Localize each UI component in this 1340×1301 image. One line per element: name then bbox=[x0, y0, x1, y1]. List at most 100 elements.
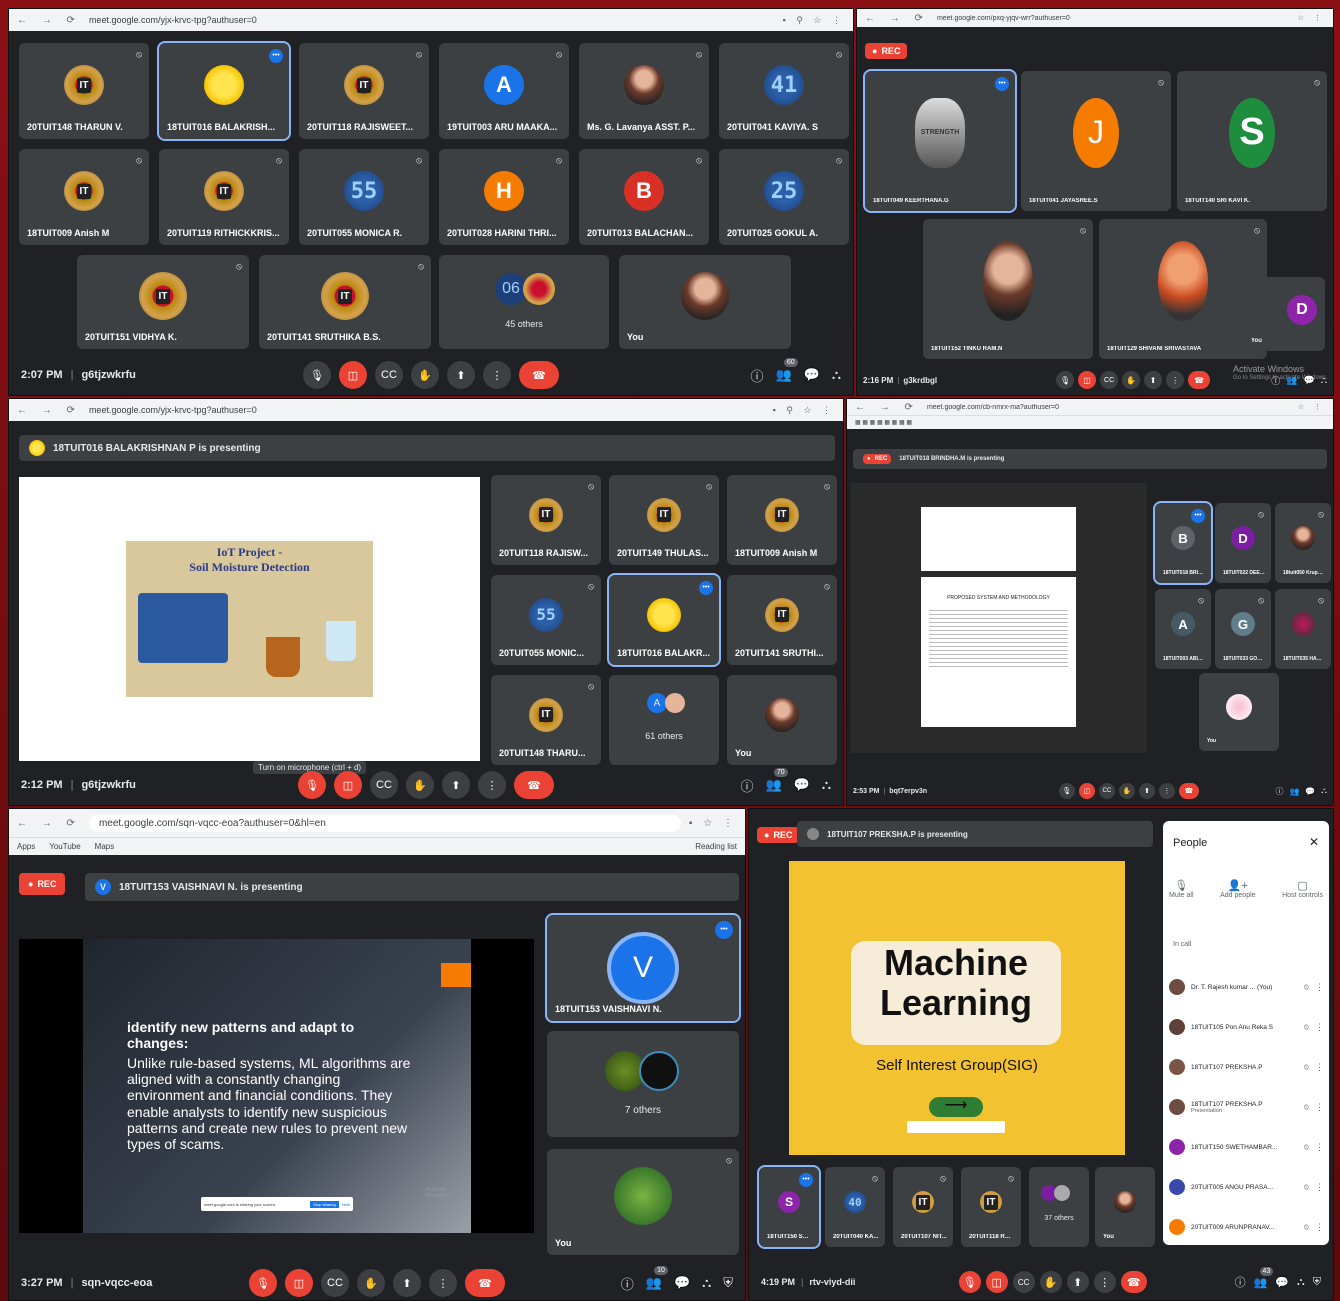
url-text[interactable]: meet.google.com/yjx-krvc-tpg?authuser=0 bbox=[89, 405, 765, 415]
nav-icons[interactable]: ← → ⟳ bbox=[17, 405, 81, 416]
person-row[interactable]: 18TUIT150 SWETHAMBAR... ⦸ ⋮ bbox=[1169, 1127, 1324, 1167]
more-options-icon[interactable]: ⋮ bbox=[1315, 1102, 1324, 1113]
browser-actions[interactable]: ☆ ⋮ bbox=[1298, 403, 1325, 411]
present-button[interactable]: ⬆ bbox=[1066, 1271, 1089, 1293]
stop-sharing-button[interactable]: Stop sharing bbox=[310, 1200, 339, 1208]
url-text[interactable]: meet.google.com/cb-nmrx-ma?authuser=0 bbox=[927, 404, 1290, 411]
info-icon[interactable]: ⓘ bbox=[1275, 786, 1283, 797]
mic-button[interactable]: 🎙 bbox=[1058, 783, 1075, 799]
people-icon[interactable]: 👥 70 bbox=[766, 768, 788, 793]
leave-call-button[interactable]: ☎ bbox=[465, 1269, 505, 1297]
participant-tile[interactable]: S ••• 18TUIT150 SWE... bbox=[757, 1165, 821, 1249]
participant-tile[interactable]: ••• 18TUIT016 BALAKR... bbox=[607, 573, 721, 667]
more-options-button[interactable]: ⋮ bbox=[1093, 1271, 1116, 1293]
others-tile[interactable]: 7 others bbox=[547, 1031, 739, 1137]
participant-tile[interactable]: ⦸ 18TUIT129 SHIVANI SRIVASTAVA bbox=[1099, 219, 1267, 359]
activities-icon[interactable]: ⛬ bbox=[702, 1275, 711, 1291]
present-button[interactable]: ⬆ bbox=[442, 771, 470, 799]
mic-off-button[interactable]: 🎙 bbox=[958, 1271, 981, 1293]
browser-actions[interactable]: ☆ ⋮ bbox=[1298, 14, 1325, 22]
shield-icon[interactable]: ⛨ bbox=[1313, 1276, 1321, 1289]
participant-tile[interactable]: ⦸ 20TUIT119 RITHICKKRIS... bbox=[159, 149, 289, 245]
participant-tile[interactable]: ⦸ 20TUIT149 THULAS... bbox=[609, 475, 719, 565]
people-icon[interactable]: 👥 10 bbox=[646, 1266, 668, 1291]
camera-off-button[interactable]: ◫ bbox=[339, 361, 367, 389]
self-tile[interactable]: You bbox=[1095, 1167, 1155, 1247]
info-icon[interactable]: ⓘ bbox=[741, 776, 754, 795]
participant-tile[interactable]: ⦸ 20TUIT118 RAJISWEET... bbox=[299, 43, 429, 139]
leave-call-button[interactable]: ☎ bbox=[514, 771, 554, 799]
bookmark-maps[interactable]: Maps bbox=[95, 842, 115, 851]
participant-tile[interactable]: B ••• 18TUIT018 BRIND... bbox=[1153, 501, 1213, 585]
captions-button[interactable]: CC bbox=[1098, 783, 1115, 799]
participant-tile[interactable]: H ⦸ 20TUIT028 HARINI THRI... bbox=[439, 149, 569, 245]
participant-tile[interactable]: 55 ⦸ 20TUIT055 MONICA R. bbox=[299, 149, 429, 245]
nav-icons[interactable]: ← → ⟳ bbox=[855, 402, 919, 413]
browser-actions[interactable]: ▪ ⚲ ☆ ⋮ bbox=[773, 405, 835, 416]
more-options-button[interactable]: ⋮ bbox=[1158, 783, 1175, 799]
raise-hand-button[interactable]: ✋ bbox=[357, 1269, 385, 1297]
person-row[interactable]: 18TUIT107 PREKSHA.P Presentation ⦸ ⋮ bbox=[1169, 1087, 1324, 1127]
participant-tile[interactable]: ⦸ 20TUIT141 SRUTHIKA B.S. bbox=[259, 255, 431, 349]
self-tile[interactable]: ⦸ You bbox=[547, 1149, 739, 1255]
mute-all-action[interactable]: 🎙 Mute all bbox=[1169, 879, 1194, 899]
self-tile[interactable]: D You bbox=[1243, 277, 1325, 351]
participant-tile[interactable]: A ⦸ 19TUIT003 ARU MAAKA... bbox=[439, 43, 569, 139]
present-button[interactable]: ⬆ bbox=[447, 361, 475, 389]
present-button[interactable]: ⬆ bbox=[1144, 371, 1163, 389]
add-people-action[interactable]: 👤+ Add people bbox=[1220, 879, 1255, 899]
captions-button[interactable]: CC bbox=[375, 361, 403, 389]
reading-list[interactable]: Reading list bbox=[695, 842, 737, 851]
chat-icon[interactable]: 💬 bbox=[804, 367, 820, 383]
more-options-icon[interactable]: ⋮ bbox=[1315, 1182, 1324, 1193]
activities-icon[interactable]: ⛬ bbox=[822, 777, 831, 793]
raise-hand-button[interactable]: ✋ bbox=[1122, 371, 1141, 389]
address-bar[interactable]: ← → ⟳ meet.google.com/sqn-vqcc-eoa?authus… bbox=[9, 809, 745, 837]
nav-icons[interactable]: ← → ⟳ bbox=[17, 15, 81, 26]
self-tile[interactable]: You bbox=[1199, 673, 1279, 751]
address-bar[interactable]: ← → ⟳ meet.google.com/pxq-yjqv-wrr?authus… bbox=[857, 9, 1333, 27]
mic-button[interactable]: 🎙 bbox=[1056, 371, 1075, 389]
participant-tile[interactable]: ⦸ 18tuit050 Krupasr... bbox=[1275, 503, 1331, 583]
activities-icon[interactable]: ⛬ bbox=[1297, 1276, 1305, 1289]
bookmark-apps[interactable]: Apps bbox=[17, 842, 35, 851]
more-options-icon[interactable]: ⋮ bbox=[1315, 1022, 1324, 1033]
participant-tile[interactable]: ⦸ 20TUIT148 THARUN V. bbox=[19, 43, 149, 139]
camera-off-button[interactable]: ◫ bbox=[1078, 783, 1095, 799]
people-icon[interactable]: 👥 43 bbox=[1254, 1266, 1274, 1289]
close-icon[interactable]: ✕ bbox=[1309, 835, 1319, 849]
chat-icon[interactable]: 💬 bbox=[1275, 1276, 1289, 1289]
activities-icon[interactable]: ⛬ bbox=[1321, 375, 1327, 386]
browser-actions[interactable]: ▪ ☆ ⋮ bbox=[689, 818, 737, 829]
raise-hand-button[interactable]: ✋ bbox=[1039, 1271, 1062, 1293]
raise-hand-button[interactable]: ✋ bbox=[1118, 783, 1135, 799]
chat-icon[interactable]: 💬 bbox=[674, 1275, 690, 1291]
participant-tile[interactable]: ⦸ 18TUIT035 HAME... bbox=[1275, 589, 1331, 669]
camera-off-button[interactable]: ◫ bbox=[985, 1271, 1008, 1293]
participant-tile[interactable]: ⦸ Ms. G. Lavanya ASST. P... bbox=[579, 43, 709, 139]
participant-tile[interactable]: 55 ⦸ 20TUIT055 MONIC... bbox=[491, 575, 601, 665]
more-options-icon[interactable]: ⋮ bbox=[1315, 1142, 1324, 1153]
participant-tile[interactable]: ⦸ 20TUIT118 RAJISW... bbox=[491, 475, 601, 565]
participant-tile[interactable]: A 61 others bbox=[609, 675, 719, 765]
participant-tile[interactable]: B ⦸ 20TUIT013 BALACHAN... bbox=[579, 149, 709, 245]
info-icon[interactable]: ⓘ bbox=[751, 366, 764, 385]
more-options-button[interactable]: ⋮ bbox=[483, 361, 511, 389]
raise-hand-button[interactable]: ✋ bbox=[411, 361, 439, 389]
participant-tile[interactable]: ⦸ 20TUIT141 SRUTHI... bbox=[727, 575, 837, 665]
participant-tile[interactable]: ••• 18TUIT016 BALAKRISH... bbox=[157, 41, 291, 141]
participant-tile[interactable]: 41 ⦸ 20TUIT041 KAVIYA. S bbox=[719, 43, 849, 139]
camera-off-button[interactable]: ◫ bbox=[334, 771, 362, 799]
present-button[interactable]: ⬆ bbox=[393, 1269, 421, 1297]
url-text[interactable]: meet.google.com/sqn-vqcc-eoa?authuser=0&… bbox=[88, 814, 681, 832]
participant-tile[interactable]: 06 45 others bbox=[439, 255, 609, 349]
camera-off-button[interactable]: ◫ bbox=[285, 1269, 313, 1297]
presenter-tile[interactable]: V ••• 18TUIT153 VAISHNAVI N. bbox=[545, 913, 741, 1023]
self-tile[interactable]: You bbox=[727, 675, 837, 765]
address-bar[interactable]: ← → ⟳ meet.google.com/cb-nmrx-ma?authuser… bbox=[847, 399, 1333, 415]
bookmark-youtube[interactable]: YouTube bbox=[49, 842, 80, 851]
person-row[interactable]: 20TUIT009 ARUNPRANAV... ⦸ ⋮ bbox=[1169, 1207, 1324, 1245]
participant-tile[interactable]: ⦸ 20TUIT148 THARU... bbox=[491, 675, 601, 765]
more-options-icon[interactable]: ⋮ bbox=[1315, 982, 1324, 993]
more-options-icon[interactable]: ⋮ bbox=[1315, 1222, 1324, 1233]
